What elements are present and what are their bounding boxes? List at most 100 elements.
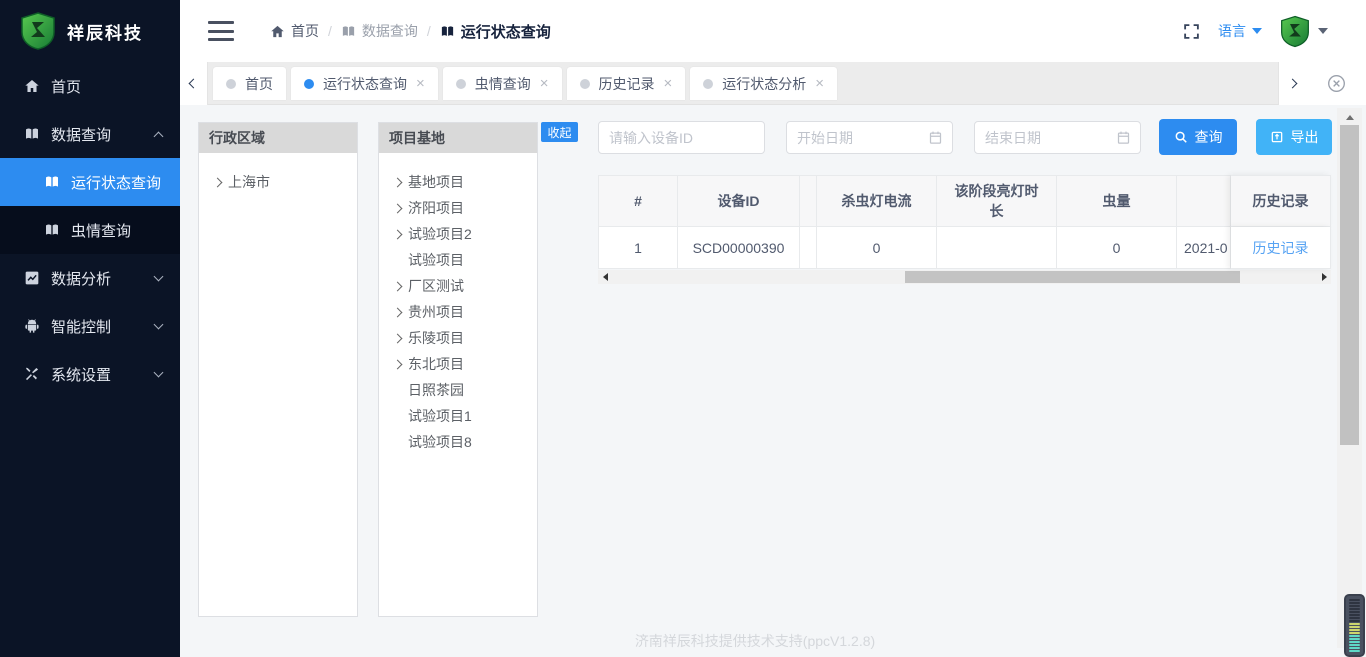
tab-dot-icon [304, 79, 314, 89]
device-id-input[interactable] [598, 121, 765, 154]
tab-dot-icon [226, 79, 236, 89]
horizontal-scrollbar-thumb[interactable] [905, 271, 1240, 283]
vertical-scrollbar-thumb[interactable] [1340, 125, 1359, 445]
cell-light-duration [937, 227, 1057, 269]
language-selector[interactable]: 语言 [1218, 21, 1262, 41]
book-icon [44, 174, 60, 190]
robot-icon [24, 318, 40, 334]
sidebar-item-run-status-query[interactable]: 运行状态查询 [0, 158, 180, 206]
tab-dot-icon [456, 79, 466, 89]
cell-history: 历史记录 [1231, 227, 1331, 269]
tree-item-project[interactable]: 贵州项目 [379, 299, 537, 325]
history-record-link[interactable]: 历史记录 [1253, 238, 1309, 258]
tab-history[interactable]: 历史记录 × [567, 67, 686, 100]
circle-close-icon [1327, 74, 1346, 93]
tools-icon [24, 366, 40, 382]
chevron-right-icon [393, 229, 403, 239]
close-icon[interactable]: × [540, 76, 549, 91]
project-panel: 项目基地 基地项目 济阳项目 试验项目2 试验项目 厂区测试 [378, 122, 538, 617]
vertical-scrollbar[interactable] [1337, 108, 1362, 648]
tree-item-project[interactable]: 试验项目 [379, 247, 537, 273]
breadcrumb-data-query[interactable]: 数据查询 [341, 21, 418, 41]
tree-item-project[interactable]: 试验项目2 [379, 221, 537, 247]
tree-item-project[interactable]: 东北项目 [379, 351, 537, 377]
chevron-right-icon [213, 177, 223, 187]
sidebar-item-system-settings[interactable]: 系统设置 [0, 350, 180, 398]
chevron-right-icon [1288, 79, 1298, 89]
tab-home[interactable]: 首页 [213, 67, 286, 100]
sidebar-item-home[interactable]: 首页 [0, 62, 180, 110]
sidebar-item-data-query[interactable]: 数据查询 [0, 110, 180, 158]
chevron-down-icon [154, 272, 164, 282]
home-icon [24, 78, 40, 94]
chevron-down-icon [154, 368, 164, 378]
book-icon [341, 24, 356, 39]
tree-item-project[interactable]: 试验项目1 [379, 403, 537, 429]
sidebar-item-label: 数据分析 [51, 268, 111, 289]
top-header: 首页 / 数据查询 / 运行状态查询 语言 [180, 0, 1366, 62]
scroll-up-arrow-icon[interactable] [1337, 110, 1362, 124]
chart-icon [24, 270, 40, 286]
table-horizontal-scrollbar[interactable] [598, 270, 1331, 284]
column-header-lamp-current: 杀虫灯电流 [817, 175, 937, 227]
brand-title: 祥辰科技 [67, 19, 143, 44]
book-icon [44, 222, 60, 238]
user-avatar-menu[interactable] [1280, 15, 1328, 48]
region-panel: 行政区域 上海市 [198, 122, 358, 617]
footer-text: 济南祥辰科技提供技术支持(ppcV1.2.8) [180, 631, 1330, 651]
hamburger-menu-icon[interactable] [208, 21, 234, 41]
tree-item-project[interactable]: 试验项目8 [379, 429, 537, 455]
close-icon[interactable]: × [416, 76, 425, 91]
sidebar-item-smart-control[interactable]: 智能控制 [0, 302, 180, 350]
tab-strip: 首页 运行状态查询 × 虫情查询 × 历史记录 × 运行状态分析 × [213, 67, 837, 100]
tree-item-project[interactable]: 日照茶园 [379, 377, 537, 403]
book-icon [24, 126, 40, 142]
scroll-right-arrow-icon[interactable] [1317, 270, 1331, 284]
tab-run-status-query[interactable]: 运行状态查询 × [291, 67, 438, 100]
tab-run-status-analysis[interactable]: 运行状态分析 × [690, 67, 837, 100]
tab-insect-query[interactable]: 虫情查询 × [443, 67, 562, 100]
tabs-scroll-left-button[interactable] [180, 62, 208, 105]
main-content: 行政区域 上海市 项目基地 基地项目 济阳项目 试验项目2 [180, 105, 1366, 657]
export-icon [1270, 130, 1284, 144]
sidebar-item-label: 系统设置 [51, 364, 111, 385]
breadcrumb-current-page: 运行状态查询 [440, 21, 551, 42]
tree-item-project[interactable]: 基地项目 [379, 169, 537, 195]
close-icon[interactable]: × [664, 76, 673, 91]
close-all-tabs-button[interactable] [1306, 62, 1366, 105]
tree-item-shanghai[interactable]: 上海市 [199, 169, 357, 195]
table-row: 1 SCD00000390 0 0 2021-0 历史记录 [598, 227, 1331, 269]
query-button[interactable]: 查询 [1159, 119, 1237, 155]
breadcrumb-home[interactable]: 首页 [270, 21, 319, 41]
close-icon[interactable]: × [815, 76, 824, 91]
tree-item-project[interactable]: 厂区测试 [379, 273, 537, 299]
chevron-right-icon [393, 281, 403, 291]
export-button[interactable]: 导出 [1256, 119, 1332, 155]
column-header-insect-count: 虫量 [1057, 175, 1177, 227]
brand-shield-logo-icon [20, 12, 56, 50]
end-date-input[interactable] [974, 121, 1141, 154]
search-icon [1174, 130, 1188, 144]
sidebar-item-data-analysis[interactable]: 数据分析 [0, 254, 180, 302]
sidebar-item-insect-query[interactable]: 虫情查询 [0, 206, 180, 254]
cell-date-partial: 2021-0 [1177, 227, 1231, 269]
column-header-partial [800, 175, 817, 227]
column-header-index: # [598, 175, 678, 227]
column-header-light-duration: 该阶段亮灯时长 [937, 175, 1057, 227]
book-icon [440, 24, 455, 39]
logo-bar: 祥辰科技 [0, 0, 180, 62]
cell-device-id: SCD00000390 [678, 227, 800, 269]
scroll-left-arrow-icon[interactable] [598, 270, 612, 284]
tree-item-project[interactable]: 济阳项目 [379, 195, 537, 221]
chevron-right-icon [393, 203, 403, 213]
start-date-input[interactable] [786, 121, 953, 154]
cell-partial [800, 227, 817, 269]
tree-item-project[interactable]: 乐陵项目 [379, 325, 537, 351]
column-header-date-partial [1177, 175, 1231, 227]
tabs-scroll-right-button[interactable] [1278, 62, 1306, 105]
project-panel-title: 项目基地 [379, 123, 537, 153]
collapse-panels-button[interactable]: 收起 [541, 122, 578, 142]
tab-dot-icon [703, 79, 713, 89]
fullscreen-icon[interactable] [1183, 23, 1200, 40]
avatar [1280, 15, 1310, 48]
